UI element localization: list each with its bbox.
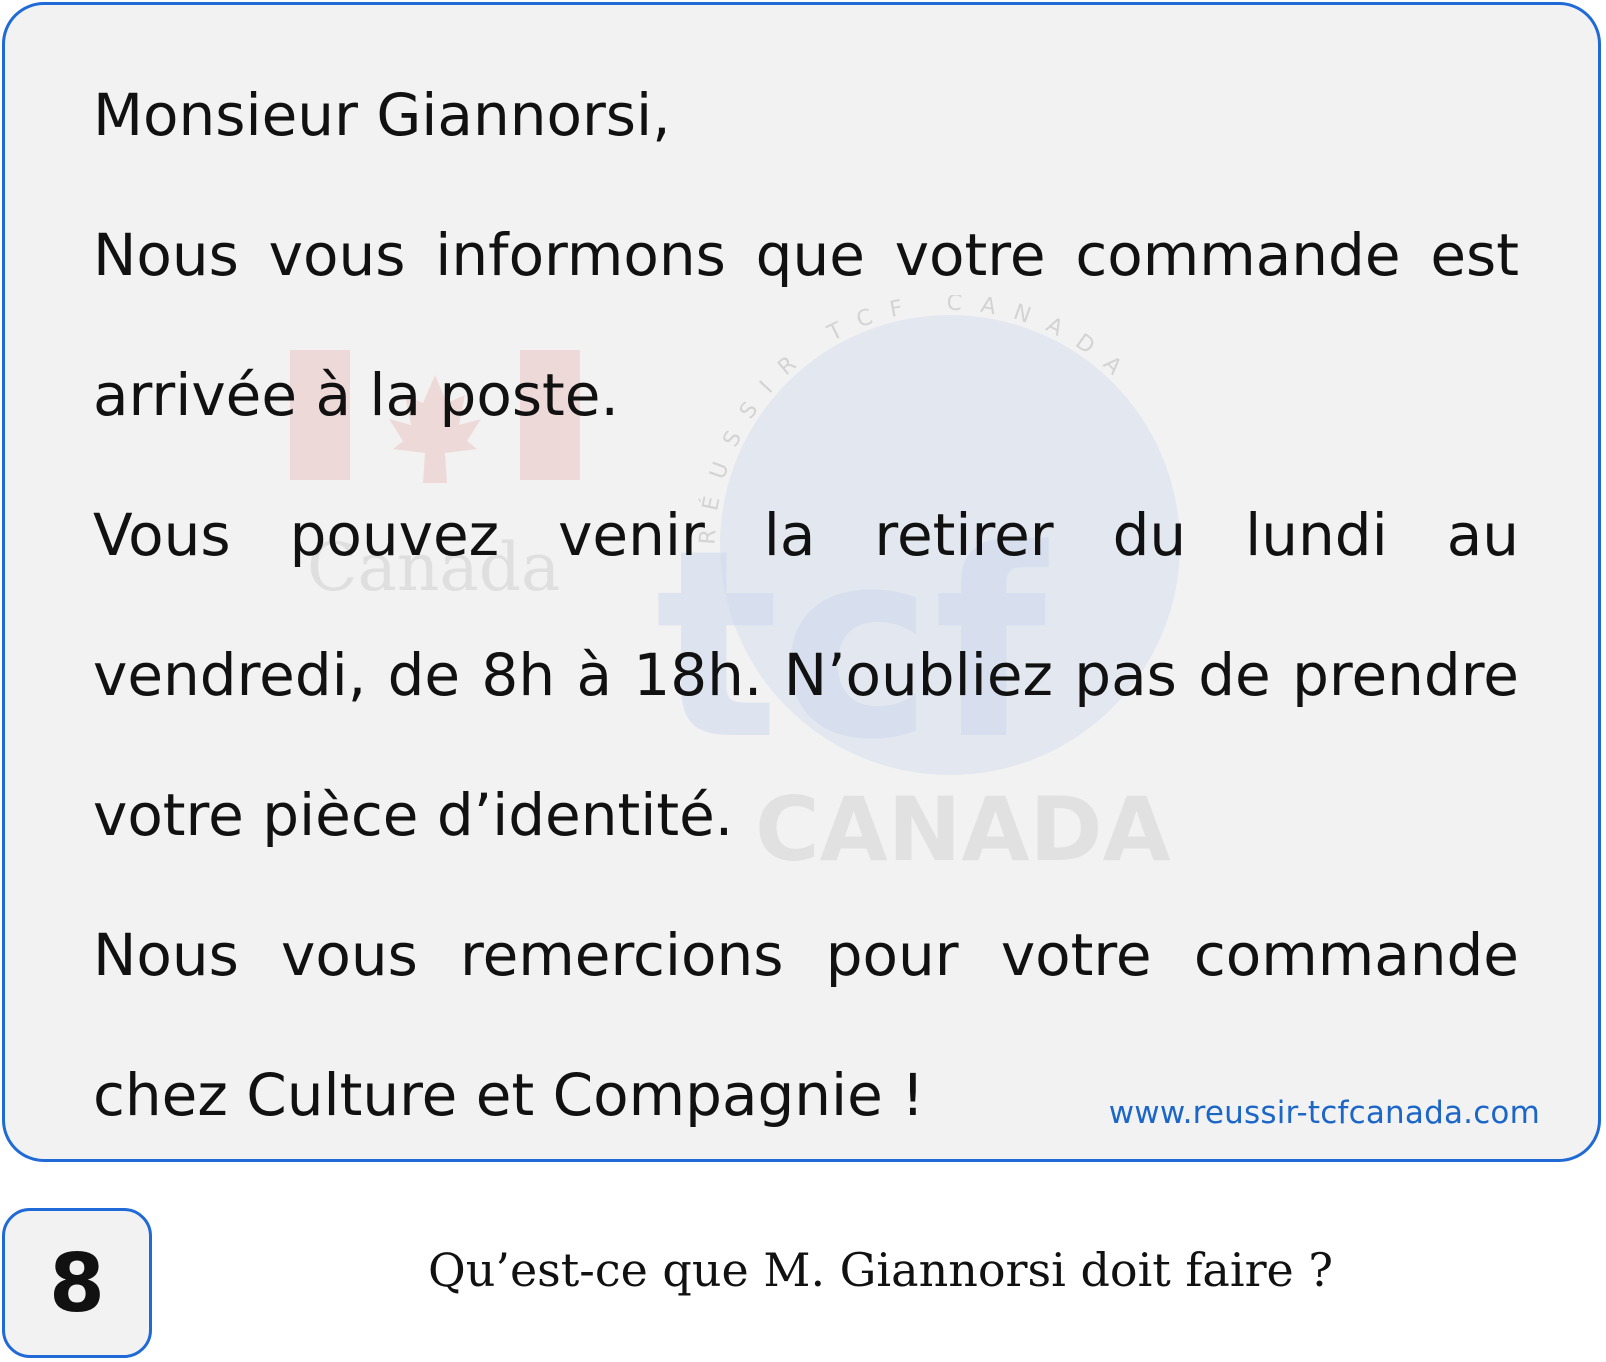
letter-body: Monsieur Giannorsi, Nous vous informons … [93, 45, 1519, 1159]
letter-card: Canada RÉUSSIR TCF CANADA tcf CANADA Mon… [2, 2, 1601, 1162]
letter-paragraph-1: Nous vous informons que votre commande e… [93, 221, 1519, 429]
question-number-badge: 8 [2, 1208, 152, 1358]
question-number: 8 [49, 1236, 105, 1330]
letter-paragraph-2: Vous pouvez venir la retirer du lundi au… [93, 501, 1519, 849]
website-link[interactable]: www.reussir-tcfcanada.com [1109, 1095, 1540, 1131]
question-text: Qu’est-ce que M. Giannorsi doit faire ? [428, 1243, 1334, 1297]
letter-greeting: Monsieur Giannorsi, [93, 81, 671, 149]
